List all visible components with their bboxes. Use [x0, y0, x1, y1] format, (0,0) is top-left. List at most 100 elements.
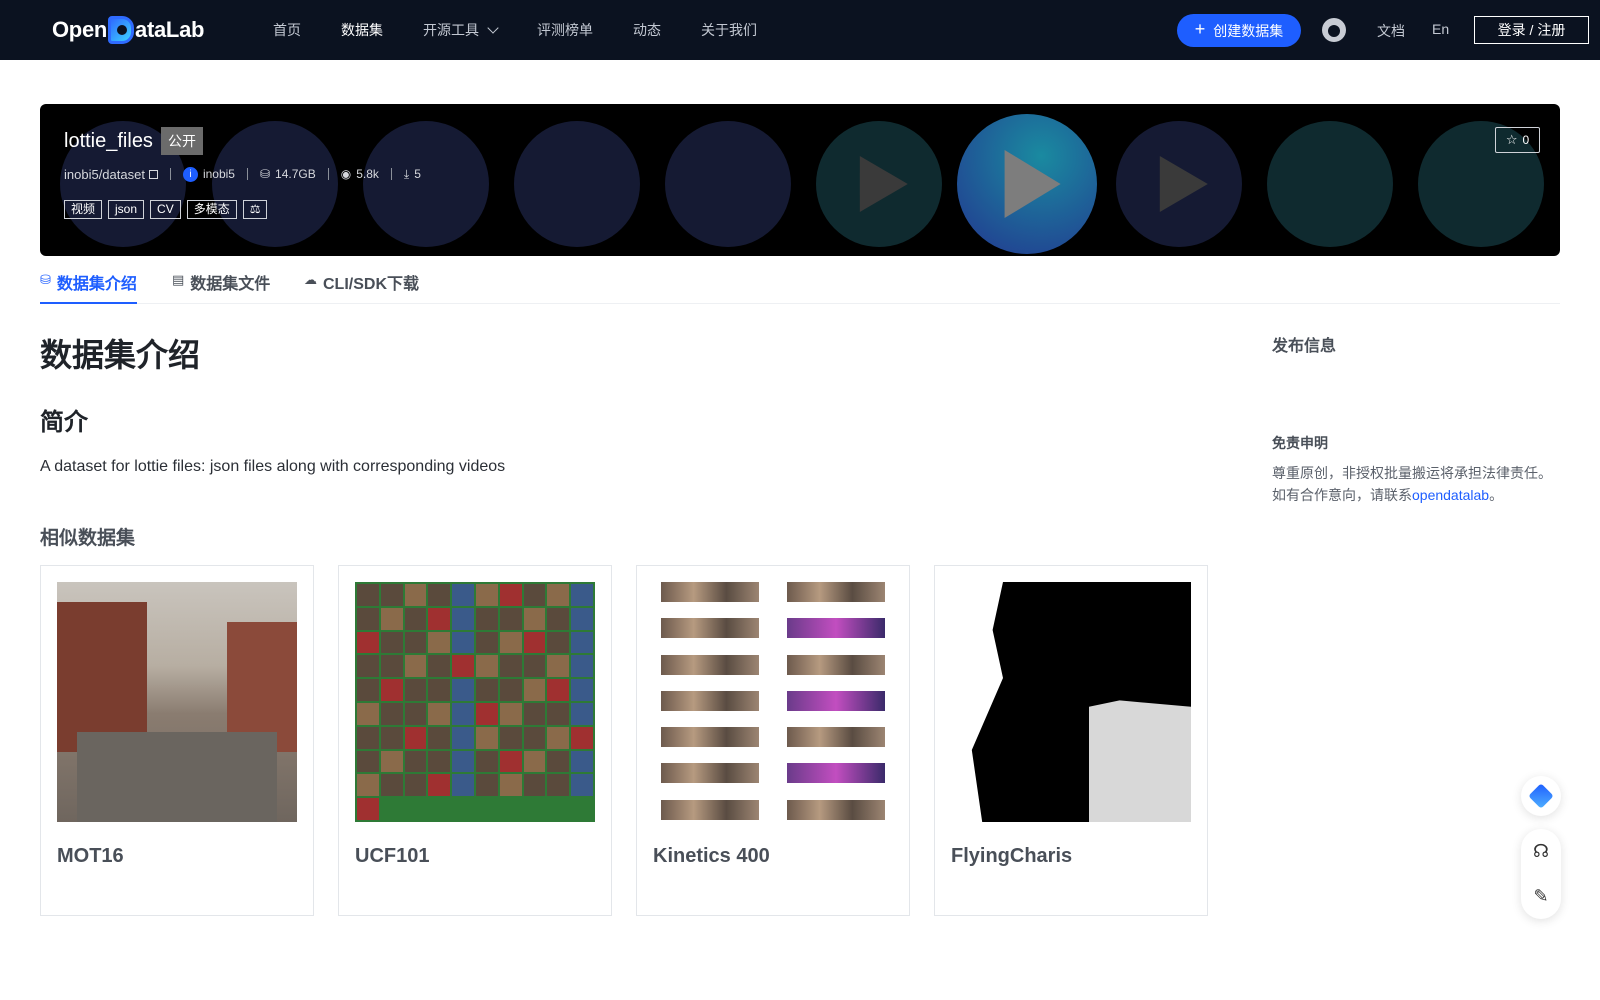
thumbnail-tile	[547, 655, 570, 678]
cloud-icon: ☁	[304, 272, 317, 287]
thumbnail-tile	[547, 607, 570, 630]
nav-about[interactable]: 关于我们	[701, 20, 757, 40]
logo-d-icon	[108, 16, 135, 44]
file-icon: ▤	[172, 272, 185, 287]
nav-leaderboard[interactable]: 评测榜单	[537, 20, 593, 40]
thumbnail-tile	[523, 702, 546, 725]
thumbnail-tile	[452, 750, 474, 773]
thumbnail-tile	[475, 750, 498, 773]
video-thumb-circle	[363, 121, 489, 247]
user-name[interactable]: inobi5	[203, 167, 235, 181]
star-icon: ☆	[1505, 132, 1518, 147]
language-switch[interactable]: En	[1432, 21, 1449, 37]
tag[interactable]: CV	[150, 200, 181, 219]
thumbnail-tile	[475, 774, 498, 797]
thumbnail-tile	[357, 726, 379, 749]
video-thumb-circle	[1267, 121, 1393, 247]
thumbnail-tile	[428, 750, 451, 773]
thumbnail-tile	[357, 750, 379, 773]
github-icon[interactable]	[1322, 18, 1346, 42]
thumbnail-tile	[404, 679, 427, 701]
thumbnail-tile	[499, 607, 522, 630]
thumbnail-tile	[571, 631, 593, 654]
thumbnail-tile	[661, 582, 759, 602]
video-thumb-circle	[1116, 121, 1242, 247]
docs-link[interactable]: 文档	[1377, 21, 1405, 41]
nav-open-tools[interactable]: 开源工具	[423, 20, 499, 40]
feedback-edit-icon[interactable]: ✎	[1531, 886, 1551, 907]
thumbnail-tile	[547, 631, 570, 654]
thumbnail-tile	[523, 607, 546, 630]
thumbnail-tile	[787, 763, 885, 784]
thumbnail-tile	[357, 584, 379, 606]
star-button[interactable]: ☆ 0	[1495, 127, 1540, 153]
avatar[interactable]: i	[182, 166, 198, 182]
nav-news[interactable]: 动态	[633, 20, 661, 40]
thumbnail-tile	[523, 655, 546, 678]
thumbnail-tile	[404, 774, 427, 797]
play-icon	[1004, 150, 1061, 218]
thumbnail-tile	[499, 726, 522, 749]
tag[interactable]: json	[108, 200, 145, 219]
tag[interactable]: 视频	[64, 200, 103, 219]
dataset-tabs: ⛁ 数据集介绍 ▤ 数据集文件 ☁ CLI/SDK下载	[40, 260, 1560, 304]
thumbnail-tile	[428, 631, 451, 654]
thumbnail-tile	[661, 618, 759, 639]
dataset-description: A dataset for lottie files: json files a…	[40, 458, 506, 475]
thumbnail-tile	[404, 655, 427, 678]
dataset-card[interactable]: MOT16	[40, 565, 314, 916]
thumbnail-tile	[547, 584, 570, 606]
thumbnail-tile	[452, 726, 474, 749]
thumbnail-tile	[404, 702, 427, 725]
dataset-thumbnail	[653, 582, 893, 822]
dataset-card[interactable]: Kinetics 400	[636, 565, 910, 916]
video-thumb-circle	[514, 121, 640, 247]
assistant-diamond-icon[interactable]	[1528, 783, 1554, 809]
thumbnail-tile	[428, 774, 451, 797]
dataset-card[interactable]: FlyingCharis	[934, 565, 1208, 916]
eye-icon: ◉	[340, 167, 352, 181]
tab-cli-sdk[interactable]: ☁ CLI/SDK下载	[304, 270, 419, 304]
thumbnail-tile	[428, 702, 451, 725]
thumbnail-tile	[475, 726, 498, 749]
tag[interactable]: 多模态	[186, 200, 237, 219]
login-register-button[interactable]: 登录 / 注册	[1474, 16, 1589, 44]
thumbnail-tile	[357, 607, 379, 630]
thumbnail-tile	[428, 584, 451, 606]
owner-path[interactable]: inobi5/dataset	[64, 167, 145, 182]
thumbnail-tile	[571, 726, 593, 749]
thumbnail-tile	[357, 798, 379, 820]
thumbnail-tile	[380, 726, 403, 749]
copy-icon[interactable]	[148, 169, 158, 179]
video-thumb-circle	[816, 121, 942, 247]
thumbnail-tile	[404, 631, 427, 654]
storage-icon: ⛁	[259, 167, 271, 181]
nav-home[interactable]: 首页	[273, 20, 301, 40]
thumbnail-tile	[452, 631, 474, 654]
tab-intro[interactable]: ⛁ 数据集介绍	[40, 270, 137, 304]
nav-datasets[interactable]: 数据集	[341, 20, 383, 40]
create-dataset-button[interactable]: + 创建数据集	[1177, 14, 1301, 47]
thumbnail-tile	[428, 726, 451, 749]
thumbnail-tile	[547, 679, 570, 701]
thumbnail-tile	[499, 750, 522, 773]
chevron-down-icon	[487, 22, 499, 34]
thumbnail-tile	[661, 727, 759, 748]
similar-datasets-list: MOT16 UCF101 Kinetics 400 FlyingCharis	[40, 565, 1232, 916]
dataset-card[interactable]: UCF101	[338, 565, 612, 916]
tab-files[interactable]: ▤ 数据集文件	[172, 270, 270, 304]
license-icon[interactable]: ⚖	[242, 200, 268, 219]
thumbnail-tile	[661, 654, 759, 675]
top-navbar: Open ataLab 首页 数据集 开源工具 评测榜单 动态 关于我们 + 创建数…	[0, 0, 1600, 60]
thumbnail-tile	[475, 679, 498, 701]
play-icon	[1159, 156, 1208, 212]
thumbnail-tile	[523, 774, 546, 797]
contact-link[interactable]: opendatalab	[1412, 487, 1489, 503]
thumbnail-tile	[547, 726, 570, 749]
opendatalab-logo[interactable]: Open ataLab	[52, 14, 204, 46]
thumbnail-tile	[571, 655, 593, 678]
headset-icon[interactable]: ☊	[1531, 841, 1551, 862]
thumbnail-tile	[571, 607, 593, 630]
thumbnail-tile	[475, 702, 498, 725]
thumbnail-tile	[452, 655, 474, 678]
